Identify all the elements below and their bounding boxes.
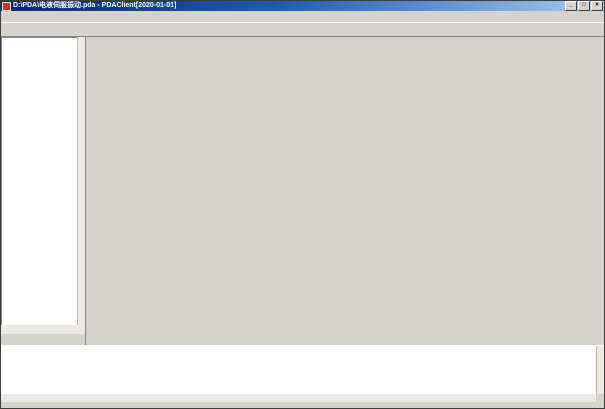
title-bar[interactable]: D:\PDA\电液伺服振动.pda - PDAClient[2020-01-01…	[1, 1, 604, 11]
maximize-button[interactable]: □	[578, 1, 590, 11]
toolbar	[1, 22, 604, 37]
chart-column-right	[332, 37, 604, 345]
bottom-tab-bar	[1, 402, 605, 409]
statistics-table[interactable]	[1, 346, 596, 394]
tree-vertical-scrollbar[interactable]	[77, 37, 85, 325]
tree-horizontal-scrollbar[interactable]	[1, 325, 85, 334]
charts-area	[86, 37, 604, 345]
window-controls: _□×	[564, 1, 603, 11]
minimize-button[interactable]: _	[565, 1, 577, 11]
chart-column-left	[86, 37, 328, 345]
close-button[interactable]: ×	[591, 1, 603, 11]
pdaclient-window: D:\PDA\电液伺服振动.pda - PDAClient[2020-01-01…	[0, 0, 605, 409]
table-horizontal-scrollbar[interactable]	[1, 394, 596, 402]
main-area	[1, 37, 604, 345]
table-vertical-scrollbar[interactable]	[596, 346, 604, 394]
window-title: D:\PDA\电液伺服振动.pda - PDAClient[2020-01-01…	[13, 1, 564, 11]
menu-bar	[1, 11, 604, 22]
statistics-panel	[1, 345, 604, 409]
signal-tree[interactable]	[1, 37, 78, 327]
signal-tree-panel	[1, 37, 86, 345]
sidebar-tab-bar	[1, 334, 85, 345]
app-icon	[2, 2, 11, 11]
